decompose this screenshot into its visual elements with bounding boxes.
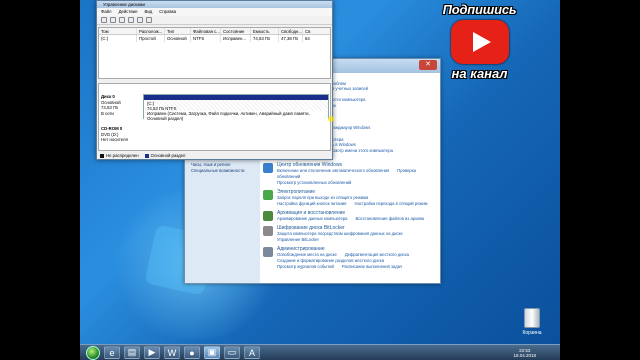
menu-help[interactable]: Справка [159,8,176,16]
subscribe-badge[interactable]: Подпишись на канал [430,2,529,98]
legend-primary: Основной раздел [150,153,186,158]
recycle-bin-icon [524,308,540,328]
disk-icon[interactable]: ▭ [224,346,240,359]
properties-icon[interactable] [137,17,143,23]
refresh-icon[interactable] [146,17,152,23]
recycle-bin-label: Корзина [522,330,542,336]
start-button[interactable] [86,345,100,360]
menu-action[interactable]: Действие [119,8,138,16]
col-filesystem[interactable]: Файловая с... [191,28,221,34]
cell: Основной [165,35,191,42]
video-frame: ✕ Оформление и персонализация Часы, язык… [0,0,640,360]
section-power: Электропитание Запрос пароля при выходе … [263,189,438,207]
backup-icon [263,210,273,221]
partition-c[interactable]: (C:) 74,53 ГБ NTFS Исправен (Система, За… [143,94,334,122]
toolbar [97,16,332,25]
explorer-icon[interactable]: ▤ [124,346,140,359]
youtube-play-icon [450,20,509,64]
section-link[interactable]: Расписание выполнения задач [342,264,402,269]
legend: Не распределен Основной раздел [98,152,331,159]
col-free-percent[interactable]: Св [303,28,330,34]
word-icon[interactable]: W [164,346,180,359]
disk-management-window[interactable]: Управление дисками Файл Действие Вид Спр… [96,0,334,160]
subscribe-text-top: Подпишись [442,2,517,17]
col-layout[interactable]: Располож... [137,28,165,34]
col-type[interactable]: Тип [165,28,191,34]
sidebar-link-accessibility[interactable]: Специальные возможности [191,168,254,175]
ie-icon[interactable]: e [104,346,120,359]
menu-view[interactable]: Вид [144,8,152,16]
back-icon[interactable] [101,17,107,23]
disk0-status: В сети [101,110,114,116]
col-capacity[interactable]: Емкость [251,28,279,34]
list-view-icon[interactable] [119,17,125,23]
section-link[interactable]: Освобождение места на диске [277,252,337,257]
disk0-name: Диск 0 [101,94,115,99]
section-link[interactable]: Включение или отключение автоматического… [277,168,389,173]
section-windows-update: Центр обновления Windows Включение или о… [263,162,438,186]
section-link[interactable]: Управление BitLocker [277,237,403,243]
recycle-bin[interactable]: Корзина [517,308,547,336]
forward-icon[interactable] [110,17,116,23]
volume-table: Том Располож... Тип Файловая с... Состоя… [98,27,331,79]
bitlocker-icon [263,225,273,236]
disk0-label[interactable]: Диск 0 Основной 74,53 ГБ В сети [101,94,141,116]
windows-update-icon [263,162,273,173]
cell: Простой [137,35,165,42]
cell: (C:) [99,35,137,42]
col-status[interactable]: Состояние [221,28,251,34]
menu-file[interactable]: Файл [101,8,112,16]
section-link[interactable]: Просмотр журналов событий [277,264,334,269]
partition-body: (C:) 74,53 ГБ NTFS Исправен (Система, За… [144,100,328,121]
mouse-cursor-highlight [328,116,334,122]
col-free[interactable]: Свободн... [279,28,303,34]
subscribe-text-bottom: на канал [451,66,508,81]
disk-graph-panel: Диск 0 Основной 74,53 ГБ В сети (C:) 74,… [98,83,334,151]
col-volume[interactable]: Том [99,28,137,34]
section-link[interactable]: Восстановление файлов из архива [356,216,425,221]
help-icon[interactable] [128,17,134,23]
section-bitlocker: Шифрование диска BitLocker Защита компью… [263,225,438,243]
system-tray-clock[interactable]: 22:53 18.04.2018 [513,348,536,358]
unallocated-swatch [100,153,104,158]
adobe-icon[interactable]: A [244,346,260,359]
section-link[interactable]: Настройка функций кнопок питания [277,201,346,206]
section-admin: Администрирование Освобождение места на … [263,246,438,270]
menu-bar: Файл Действие Вид Справка [97,8,332,16]
cdrom-status: Нет носителя [101,137,128,142]
cell: 47,38 ГБ [279,35,303,42]
cell: Исправен... [221,35,251,42]
section-link[interactable]: Просмотр установленных обновлений [277,180,438,186]
cell: NTFS [191,35,221,42]
cdrom-name: CD-ROM 0 [101,126,123,131]
section-link[interactable]: Дефрагментация жесткого диска [345,252,409,257]
table-row[interactable]: (C:) Простой Основной NTFS Исправен... 7… [99,35,330,42]
section-link[interactable]: Архивирование данных компьютера [277,216,348,221]
media-icon[interactable]: ▶ [144,346,160,359]
section-link[interactable]: Настройка перехода в спящий режим [354,201,427,206]
disk-management-titlebar[interactable]: Управление дисками [97,1,332,8]
taskbar: e ▤ ▶ W ● ▣ ▭ A 22:53 18.04.2018 [80,344,560,360]
table-header: Том Располож... Тип Файловая с... Состоя… [99,28,330,35]
partition-status: Исправен (Система, Загрузка, Файл подкач… [147,111,325,121]
admin-tools-icon [263,246,273,257]
clock-date: 18.04.2018 [513,352,536,358]
cell: 74,53 ГБ [251,35,279,42]
cell: 64 [305,36,310,41]
cdrom-label[interactable]: CD-ROM 0 DVD (D:) Нет носителя [101,126,141,143]
chrome-icon[interactable]: ● [184,346,200,359]
primary-swatch [144,153,149,158]
power-options-icon [263,189,273,200]
section-backup: Архивация и восстановление Архивирование… [263,210,438,222]
legend-unallocated: Не распределен [106,153,139,158]
computer-icon[interactable]: ▣ [204,346,220,359]
